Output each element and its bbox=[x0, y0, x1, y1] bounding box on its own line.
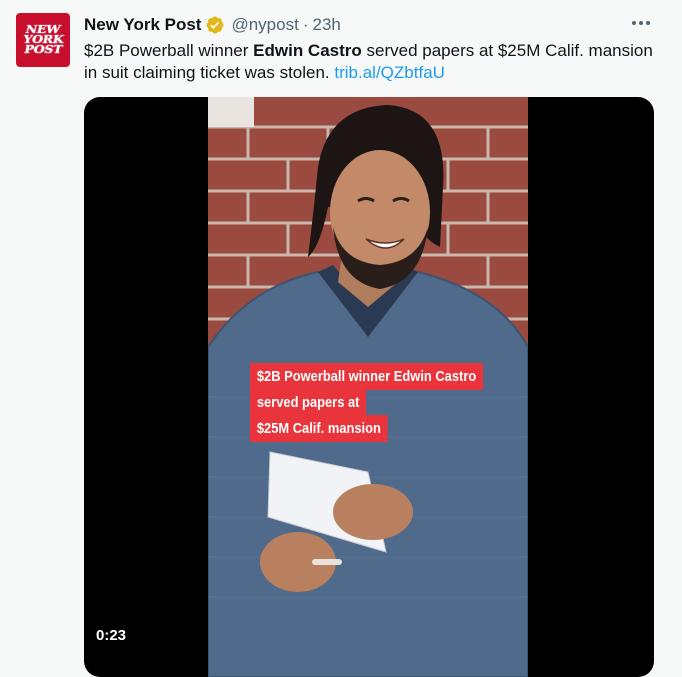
caption-line-3: $25M Calif. mansion bbox=[250, 415, 388, 442]
avatar[interactable]: NEW YORK POST bbox=[16, 13, 70, 67]
author-handle[interactable]: @nypost bbox=[231, 15, 298, 35]
video-caption-overlay: $2B Powerball winner Edwin Castro served… bbox=[250, 363, 521, 442]
tweet-text-bold: Edwin Castro bbox=[253, 41, 362, 60]
author-name[interactable]: New York Post bbox=[84, 15, 201, 35]
timestamp[interactable]: 23h bbox=[313, 15, 341, 35]
avatar-line-3: POST bbox=[24, 43, 62, 56]
verified-badge-icon[interactable] bbox=[205, 15, 225, 35]
video-player[interactable]: $2B Powerball winner Edwin Castro served… bbox=[84, 97, 654, 677]
more-options-icon[interactable] bbox=[630, 13, 652, 33]
tweet[interactable]: NEW YORK POST New York Post @nypost · 23… bbox=[0, 0, 682, 677]
caption-line-2: served papers at bbox=[250, 389, 367, 416]
tweet-header: New York Post @nypost · 23h bbox=[84, 14, 341, 36]
video-duration: 0:23 bbox=[96, 627, 127, 644]
tweet-text: $2B Powerball winner Edwin Castro served… bbox=[84, 40, 654, 84]
tweet-link[interactable]: trib.al/QZbtfaU bbox=[334, 63, 445, 82]
tweet-text-part-1: $2B Powerball winner bbox=[84, 41, 254, 60]
separator-dot: · bbox=[302, 15, 309, 34]
caption-line-1: $2B Powerball winner Edwin Castro bbox=[250, 363, 484, 390]
